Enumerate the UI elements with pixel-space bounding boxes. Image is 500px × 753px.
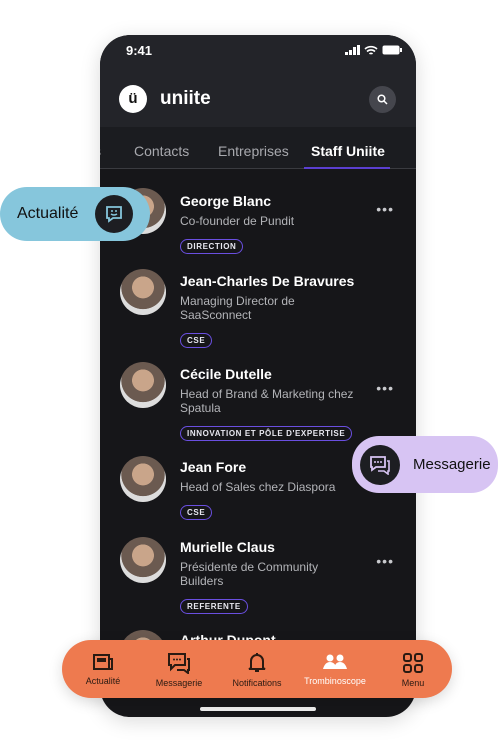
battery-icon	[382, 45, 402, 55]
messagerie-pill-label: Messagerie	[413, 456, 491, 473]
signal-icon	[345, 45, 360, 55]
contact-name: George Blanc	[180, 193, 272, 209]
bell-icon	[248, 653, 266, 672]
role-badge: INNOVATION ET PÔLE D'EXPERTISE	[180, 426, 353, 441]
search-button[interactable]	[369, 86, 396, 113]
nav-messagerie[interactable]: Messagerie	[140, 652, 218, 688]
uniite-logo: ü	[119, 85, 147, 113]
avatar	[120, 362, 166, 408]
nav-actualite[interactable]: Actualité	[64, 652, 142, 686]
avatar	[120, 269, 166, 315]
bottom-nav: Actualité Messagerie Notifications Tromb…	[62, 640, 452, 698]
tab-previous[interactable]: s	[100, 143, 101, 159]
role-badge: CSE	[180, 505, 213, 520]
contact-role: Co-founder de Pundit	[180, 214, 295, 228]
actualite-pill[interactable]: Actualité	[0, 187, 150, 241]
search-icon	[377, 94, 388, 105]
newspaper-icon	[93, 654, 113, 670]
messages-icon	[360, 445, 400, 485]
people-icon	[323, 654, 347, 669]
contact-name: Murielle Claus	[180, 539, 275, 555]
contact-name: Jean Fore	[180, 459, 247, 475]
messages-icon	[168, 653, 190, 674]
actualite-pill-label: Actualité	[17, 205, 79, 222]
wifi-icon	[364, 45, 378, 55]
tab-entreprises[interactable]: Entreprises	[218, 143, 289, 159]
contact-role: Présidente de Community Builders	[180, 560, 319, 588]
contact-role: Managing Director de SaaSconnect	[180, 294, 295, 322]
avatar	[120, 456, 166, 502]
more-options-button[interactable]: •••	[376, 201, 394, 217]
nav-notifications[interactable]: Notifications	[218, 652, 296, 688]
phone-screen: 9:41 ü uniite s Contacts Entreprises Sta…	[100, 35, 416, 717]
home-indicator	[200, 707, 316, 711]
role-badge: DIRECTION	[180, 239, 244, 254]
nav-menu[interactable]: Menu	[374, 652, 452, 688]
nav-trombinoscope[interactable]: Trombinoscope	[296, 652, 374, 686]
active-tab-indicator	[304, 167, 390, 169]
messagerie-pill[interactable]: Messagerie	[352, 436, 498, 493]
contact-role: Head of Brand & Marketing chez Spatula	[180, 387, 354, 415]
grid-icon	[403, 653, 423, 673]
nav-label: Trombinoscope	[304, 676, 366, 686]
app-title: uniite	[160, 88, 211, 109]
status-time: 9:41	[126, 43, 153, 58]
nav-label: Notifications	[232, 678, 282, 688]
tab-staff-uniite[interactable]: Staff Uniite	[311, 143, 385, 159]
role-badge: CSE	[180, 333, 213, 348]
avatar	[120, 537, 166, 583]
role-badge: REFERENTE	[180, 599, 248, 614]
nav-label: Actualité	[85, 676, 121, 686]
chat-smile-icon	[95, 195, 133, 233]
more-options-button[interactable]: •••	[376, 380, 394, 396]
header: 9:41 ü uniite	[100, 35, 416, 127]
status-icons	[345, 45, 402, 55]
contact-name: Jean-Charles De Bravures	[180, 273, 355, 289]
tab-contacts[interactable]: Contacts	[134, 143, 189, 159]
contact-role: Head of Sales chez Diaspora	[180, 480, 336, 494]
contact-name: Cécile Dutelle	[180, 366, 272, 382]
tab-bar: s Contacts Entreprises Staff Uniite	[100, 127, 416, 169]
nav-label: Messagerie	[155, 678, 203, 688]
more-options-button[interactable]: •••	[376, 553, 394, 569]
nav-label: Menu	[401, 678, 425, 688]
